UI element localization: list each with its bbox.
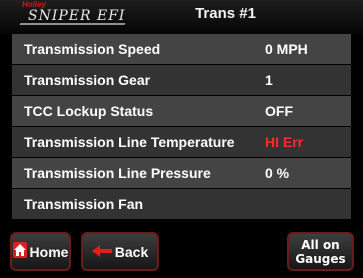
row-transmission-line-pressure[interactable]: Transmission Line Pressure 0 % xyxy=(12,158,351,188)
all-on-gauges-label-line2: Gauges xyxy=(295,251,346,266)
gauge-list: Transmission Speed 0 MPH Transmission Ge… xyxy=(12,34,351,220)
row-label: TCC Lockup Status xyxy=(24,103,154,119)
home-button[interactable]: Home xyxy=(10,232,71,271)
back-button[interactable]: Back xyxy=(81,232,159,271)
all-on-gauges-label-line1: All on xyxy=(301,237,340,252)
row-label: Transmission Line Pressure xyxy=(24,165,211,181)
row-transmission-speed[interactable]: Transmission Speed 0 MPH xyxy=(12,34,351,64)
home-button-label: Home xyxy=(29,243,69,260)
row-value-error: HI Err xyxy=(265,134,304,150)
all-on-gauges-button[interactable]: All on Gauges xyxy=(287,232,354,271)
row-transmission-fan[interactable]: Transmission Fan xyxy=(12,189,351,219)
row-value: OFF xyxy=(265,103,293,119)
row-value: 0 % xyxy=(265,165,290,181)
row-label: Transmission Gear xyxy=(24,72,151,88)
row-transmission-gear[interactable]: Transmission Gear 1 xyxy=(12,65,351,95)
row-label: Transmission Speed xyxy=(24,41,161,57)
row-tcc-lockup-status[interactable]: TCC Lockup Status OFF xyxy=(12,96,351,126)
page-title: Trans #1 xyxy=(195,5,256,22)
row-value: 0 MPH xyxy=(265,41,308,57)
home-icon xyxy=(12,242,30,261)
back-button-label: Back xyxy=(114,243,149,260)
row-value: 1 xyxy=(265,72,273,88)
row-label: Transmission Fan xyxy=(24,196,144,212)
row-transmission-line-temperature[interactable]: Transmission Line Temperature HI Err xyxy=(12,127,351,157)
header-bar: Holley SNIPER EFI Trans #1 xyxy=(0,0,363,34)
row-label: Transmission Line Temperature xyxy=(24,134,235,150)
arrow-left-icon xyxy=(91,244,115,260)
